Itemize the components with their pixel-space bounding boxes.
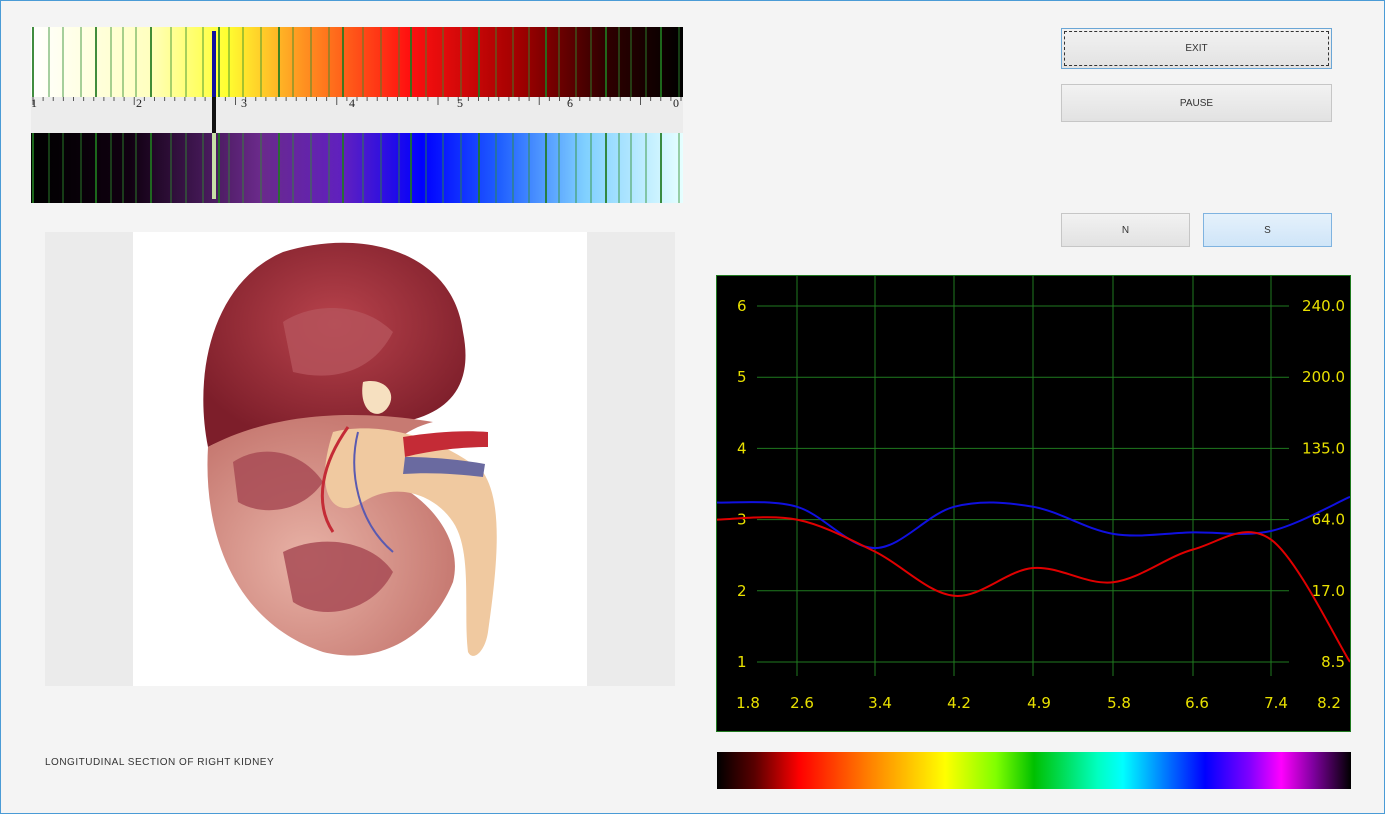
y-left-tick-label: 4 bbox=[737, 439, 747, 457]
ruler-label: 0 bbox=[673, 96, 679, 110]
y-right-tick-label: 8.5 bbox=[1321, 653, 1345, 671]
app-window: 1 2 3 4 5 6 0 LONGITUDINAL SECTION OF RIGHT KI… bbox=[0, 0, 1385, 814]
y-left-tick-label: 5 bbox=[737, 368, 747, 386]
y-right-tick-label: 17.0 bbox=[1312, 582, 1345, 600]
image-caption: LONGITUDINAL SECTION OF RIGHT KIDNEY bbox=[45, 757, 275, 768]
y-left-tick-label: 3 bbox=[737, 511, 747, 529]
x-tick-label: 8.2 bbox=[1317, 694, 1341, 712]
x-tick-label: 4.9 bbox=[1027, 694, 1051, 712]
line-chart-svg: 654321240.0200.0135.064.017.08.51.8 2.6 3.… bbox=[717, 276, 1350, 712]
warm-spectrum-band bbox=[31, 27, 683, 97]
line-chart: 6 5 4 3 2 1 240.0 200.0 135.0 64.0 17.0 8.5 1.8 2.6 3.… bbox=[716, 275, 1351, 732]
kidney-section-illustration bbox=[203, 242, 497, 656]
y-left-tick-label: 2 bbox=[737, 582, 747, 600]
organ-image-panel bbox=[45, 232, 675, 686]
ruler-label: 2 bbox=[136, 96, 142, 110]
ruler-label: 6 bbox=[567, 96, 573, 110]
x-tick-label: 2.6 bbox=[790, 694, 814, 712]
ruler-label: 3 bbox=[241, 96, 247, 110]
x-tick-label: 5.8 bbox=[1107, 694, 1131, 712]
n-button[interactable]: N bbox=[1061, 213, 1190, 247]
pause-button[interactable]: PAUSE bbox=[1061, 84, 1332, 122]
cool-spectrum-band bbox=[31, 133, 683, 203]
spectrum-scale[interactable]: 1 2 3 4 5 6 0 bbox=[31, 27, 683, 203]
x-tick-label: 3.4 bbox=[868, 694, 892, 712]
s-button[interactable]: S bbox=[1203, 213, 1332, 247]
x-tick-label: 6.6 bbox=[1185, 694, 1209, 712]
color-scale-bar bbox=[717, 752, 1351, 789]
y-left-tick-label: 1 bbox=[737, 653, 747, 671]
organ-image-frame bbox=[133, 232, 587, 686]
x-tick-label: 4.2 bbox=[947, 694, 971, 712]
x-tick-label: 1.8 bbox=[736, 694, 760, 712]
y-left-tick-label: 6 bbox=[737, 297, 747, 315]
ruler-label: 1 bbox=[31, 96, 37, 110]
ruler-label: 5 bbox=[457, 96, 463, 110]
spectrum-graphic bbox=[31, 27, 683, 203]
x-tick-label: 7.4 bbox=[1264, 694, 1288, 712]
y-right-tick-label: 135.0 bbox=[1302, 439, 1345, 457]
y-right-tick-label: 200.0 bbox=[1302, 368, 1345, 386]
ruler-label: 4 bbox=[349, 96, 355, 110]
exit-button[interactable]: EXIT bbox=[1061, 28, 1332, 69]
y-right-tick-label: 240.0 bbox=[1302, 297, 1345, 315]
